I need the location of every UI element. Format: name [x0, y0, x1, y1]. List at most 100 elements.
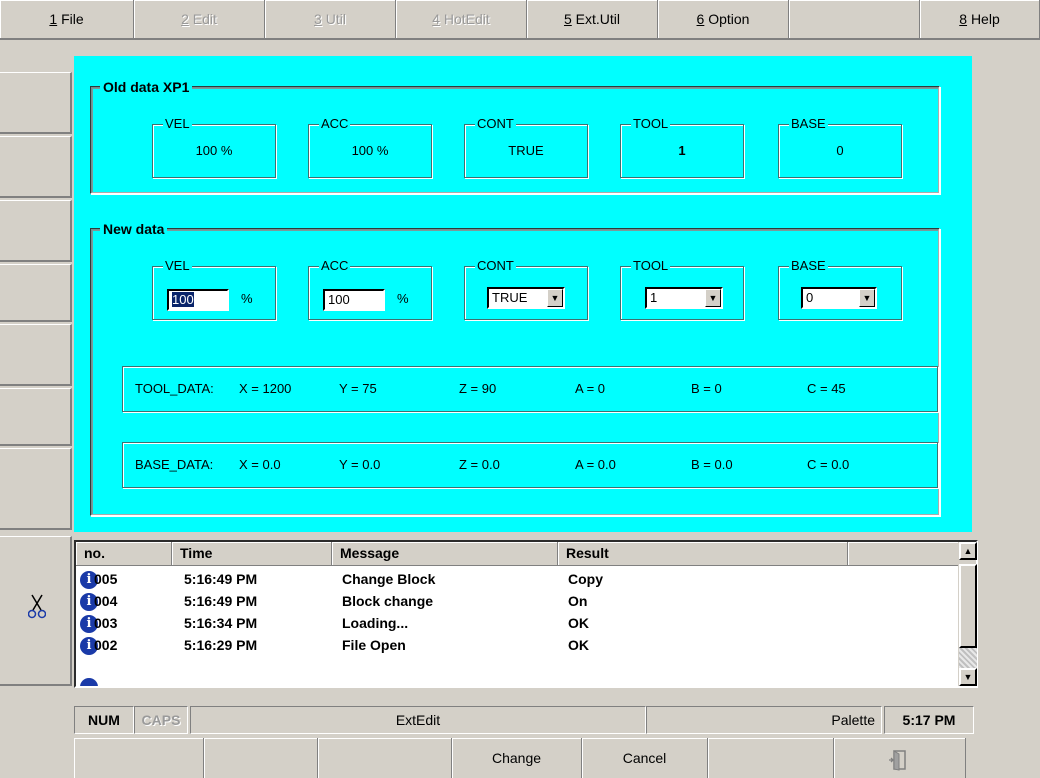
message-no: 002: [94, 637, 118, 653]
menu-hotedit-hotkey: 4: [432, 11, 440, 27]
side-button-5[interactable]: [0, 324, 72, 386]
softkey-1[interactable]: [74, 738, 204, 778]
message-list-scrollbar[interactable]: ▲ ▼: [958, 542, 977, 686]
menu-hotedit[interactable]: 4 HotEdit: [396, 0, 527, 38]
message-row[interactable]: i 004 5:16:49 PM Block change On: [76, 590, 948, 612]
new-data-group: New data VEL 100 % ACC 100 % CONT TRUE ▼…: [90, 220, 940, 516]
old-vel-label: VEL: [163, 116, 192, 132]
status-num: NUM: [74, 706, 134, 734]
new-base-field: BASE 0 ▼: [778, 258, 902, 320]
message-list[interactable]: no. Time Message Result i 005 5:16:49 PM…: [74, 540, 978, 688]
status-palette[interactable]: Palette: [646, 706, 882, 734]
softkey-3[interactable]: [318, 738, 452, 778]
cancel-button[interactable]: Cancel: [582, 738, 708, 778]
old-cont-label: CONT: [475, 116, 516, 132]
col-header-result[interactable]: Result: [558, 542, 848, 566]
scroll-thumb[interactable]: [959, 564, 977, 648]
menu-bar: 1 File 2 Edit 3 Util 4 HotEdit 5 Ext.Uti…: [0, 0, 1040, 40]
message-result: On: [568, 593, 588, 609]
old-vel-field: VEL 100 %: [152, 116, 276, 178]
message-time: 5:16:49 PM: [184, 571, 258, 587]
menu-edit-hotkey: 2: [181, 11, 189, 27]
vel-unit: %: [241, 291, 253, 306]
tool-data-label: TOOL_DATA:: [135, 381, 214, 396]
menu-ext-util[interactable]: 5 Ext.Util: [527, 0, 658, 38]
side-button-7[interactable]: [0, 448, 72, 530]
side-button-4[interactable]: [0, 264, 72, 322]
message-time: 5:16:29 PM: [184, 637, 258, 653]
main-panel: Old data XP1 VEL 100 % ACC 100 % CONT TR…: [74, 56, 972, 532]
base-data-label: BASE_DATA:: [135, 457, 214, 472]
col-header-message[interactable]: Message: [332, 542, 558, 566]
menu-option[interactable]: 6 Option: [658, 0, 789, 38]
col-header-time[interactable]: Time: [172, 542, 332, 566]
menu-util[interactable]: 3 Util: [265, 0, 396, 38]
exit-button[interactable]: [834, 738, 966, 778]
message-time: 5:16:49 PM: [184, 593, 258, 609]
new-cont-label: CONT: [475, 258, 516, 274]
old-acc-value: 100 %: [351, 143, 389, 158]
acc-input[interactable]: 100: [323, 289, 385, 311]
message-list-header: no. Time Message Result: [76, 542, 960, 566]
col-header-no[interactable]: no.: [76, 542, 172, 566]
base-data-c: C = 0.0: [807, 457, 850, 472]
message-row[interactable]: i 003 5:16:34 PM Loading... OK: [76, 612, 948, 634]
side-button-2[interactable]: [0, 136, 72, 198]
col-header-empty[interactable]: [848, 542, 960, 566]
chevron-down-icon[interactable]: ▼: [547, 289, 563, 307]
message-row-partial[interactable]: [76, 658, 948, 686]
scroll-track[interactable]: [959, 648, 977, 668]
menu-util-hotkey: 3: [314, 11, 322, 27]
chevron-down-icon[interactable]: ▼: [859, 289, 875, 307]
menu-empty[interactable]: [789, 0, 920, 38]
message-text: Change Block: [342, 571, 436, 587]
message-result: OK: [568, 615, 589, 631]
softkey-6[interactable]: [708, 738, 834, 778]
scroll-down-button[interactable]: ▼: [959, 668, 977, 686]
status-time: 5:17 PM: [884, 706, 974, 734]
base-data-x: X = 0.0: [239, 457, 281, 472]
base-data-z: Z = 0.0: [459, 457, 500, 472]
menu-help[interactable]: 8 Help: [920, 0, 1040, 38]
base-data-y: Y = 0.0: [339, 457, 381, 472]
new-vel-label: VEL: [163, 258, 192, 274]
tool-select[interactable]: 1 ▼: [645, 287, 723, 309]
old-tool-value: 1: [678, 143, 686, 158]
old-vel-value: 100 %: [195, 143, 233, 158]
menu-ext-util-label: Ext.Util: [575, 11, 621, 27]
message-row[interactable]: i 002 5:16:29 PM File Open OK: [76, 634, 948, 656]
scroll-up-button[interactable]: ▲: [959, 542, 977, 560]
message-row[interactable]: i 005 5:16:49 PM Change Block Copy: [76, 568, 948, 590]
base-select-value: 0: [806, 290, 814, 305]
side-button-3[interactable]: [0, 200, 72, 262]
old-base-label: BASE: [789, 116, 828, 132]
change-button[interactable]: Change: [452, 738, 582, 778]
tool-data-z: Z = 90: [459, 381, 497, 396]
side-button-1[interactable]: [0, 72, 72, 134]
exit-door-icon: [888, 746, 908, 771]
new-cont-field: CONT TRUE ▼: [464, 258, 588, 320]
status-mode: ExtEdit: [190, 706, 646, 734]
menu-option-label: Option: [708, 11, 750, 27]
message-no: 005: [94, 571, 118, 587]
new-acc-field: ACC 100 %: [308, 258, 432, 320]
softkey-2[interactable]: [204, 738, 318, 778]
old-base-field: BASE 0: [778, 116, 902, 178]
base-select[interactable]: 0 ▼: [801, 287, 877, 309]
info-icon: [80, 678, 98, 686]
base-data-box: BASE_DATA: X = 0.0 Y = 0.0 Z = 0.0 A = 0…: [122, 442, 938, 488]
menu-edit-label: Edit: [192, 11, 217, 27]
side-button-scissors[interactable]: [0, 536, 72, 686]
old-tool-label: TOOL: [631, 116, 671, 132]
base-data-b: B = 0.0: [691, 457, 733, 472]
chevron-down-icon[interactable]: ▼: [705, 289, 721, 307]
menu-edit[interactable]: 2 Edit: [134, 0, 265, 38]
old-cont-field: CONT TRUE: [464, 116, 588, 178]
vel-input[interactable]: 100: [167, 289, 229, 311]
menu-file[interactable]: 1 File: [0, 0, 134, 38]
new-tool-label: TOOL: [631, 258, 671, 274]
scissors-icon: [27, 593, 47, 621]
side-button-6[interactable]: [0, 388, 72, 446]
cont-select[interactable]: TRUE ▼: [487, 287, 565, 309]
tool-data-y: Y = 75: [339, 381, 377, 396]
